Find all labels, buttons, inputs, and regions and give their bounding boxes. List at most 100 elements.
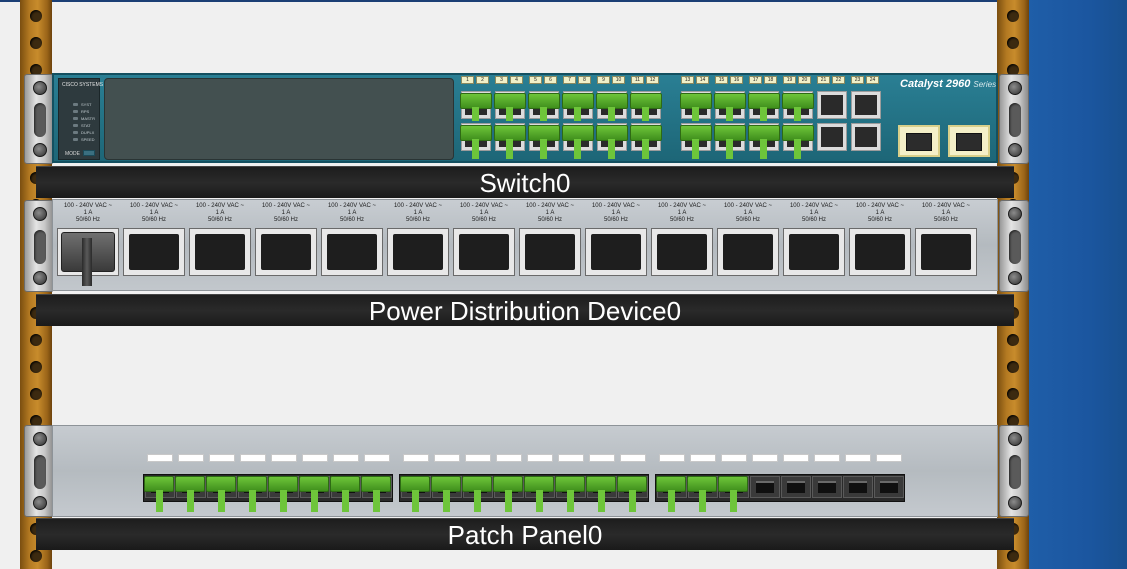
switch-label-bar: Switch0 (36, 166, 1014, 198)
power-distribution-device[interactable]: 100 - 240V VAC ~1 A 50/60 Hz 100 - 240V VA… (52, 199, 998, 291)
power-outlet[interactable] (255, 228, 317, 276)
outlet-rating-label: 100 - 240V VAC ~1 A 50/60 Hz (387, 203, 449, 224)
patch-panel-device[interactable] (52, 425, 998, 517)
port-label-box (209, 454, 235, 462)
outlet-rating-line: 1 A (611, 210, 621, 216)
outlet-rating-line: 50/60 Hz (933, 217, 958, 223)
patch-panel-port[interactable] (874, 476, 904, 498)
port-number-label: 5 (529, 76, 542, 84)
port-number-label: 7 (563, 76, 576, 84)
ethernet-cable[interactable] (474, 490, 481, 512)
ethernet-cable[interactable] (794, 139, 801, 159)
outlet-rating-line: 50/60 Hz (669, 217, 694, 223)
mounting-slot (34, 103, 46, 137)
ethernet-cable[interactable] (567, 490, 574, 512)
ethernet-cable[interactable] (730, 490, 737, 512)
power-outlet[interactable] (123, 228, 185, 276)
status-led-label: SPEED (81, 137, 95, 142)
ethernet-cable[interactable] (443, 490, 450, 512)
ethernet-cable[interactable] (187, 490, 194, 512)
port-label-box (589, 454, 615, 462)
power-cable[interactable] (82, 238, 92, 286)
gigabit-port-2[interactable] (948, 125, 990, 157)
ethernet-cable[interactable] (692, 139, 699, 159)
power-outlet[interactable] (585, 228, 647, 276)
power-outlet[interactable] (915, 228, 977, 276)
power-outlet[interactable] (849, 228, 911, 276)
ethernet-cable[interactable] (472, 107, 479, 121)
ethernet-cable[interactable] (760, 107, 767, 121)
ethernet-cable[interactable] (506, 107, 513, 121)
ethernet-cable[interactable] (642, 107, 649, 121)
gigabit-port-1[interactable] (898, 125, 940, 157)
ethernet-cable[interactable] (668, 490, 675, 512)
port-label-box (240, 454, 266, 462)
ethernet-cable[interactable] (598, 490, 605, 512)
screw-icon (33, 432, 47, 446)
ethernet-cable[interactable] (608, 139, 615, 159)
port-number-label: 2 (476, 76, 489, 84)
ethernet-cable[interactable] (280, 490, 287, 512)
power-outlet[interactable] (783, 228, 845, 276)
fastethernet-port[interactable] (851, 91, 881, 119)
ethernet-cable[interactable] (540, 139, 547, 159)
ethernet-cable[interactable] (760, 139, 767, 159)
fastethernet-port[interactable] (817, 91, 847, 119)
switch-device[interactable]: CISCO SYSTEMS MODE SYST RPS MASTR STAT DUPLX… (52, 73, 998, 163)
ethernet-cable[interactable] (472, 139, 479, 159)
ethernet-cable[interactable] (608, 107, 615, 121)
power-outlet[interactable] (651, 228, 713, 276)
fastethernet-port[interactable] (851, 123, 881, 151)
ethernet-cable[interactable] (794, 107, 801, 121)
ethernet-cable[interactable] (156, 490, 163, 512)
status-led-icon (73, 124, 78, 127)
ethernet-cable[interactable] (726, 139, 733, 159)
switch-bracket-left (24, 74, 54, 164)
outlet-socket-icon (327, 234, 377, 270)
rail-hole (1007, 37, 1019, 49)
fastethernet-port[interactable] (817, 123, 847, 151)
ethernet-cable[interactable] (574, 107, 581, 121)
rail-hole (1007, 10, 1019, 22)
rail-hole (1007, 334, 1019, 346)
outlet-rating-line: 1 A (347, 210, 357, 216)
ethernet-cable[interactable] (342, 490, 349, 512)
ethernet-cable[interactable] (505, 490, 512, 512)
mounting-slot (1009, 230, 1021, 264)
ethernet-cable[interactable] (218, 490, 225, 512)
ethernet-cable[interactable] (692, 107, 699, 121)
ethernet-cable[interactable] (629, 490, 636, 512)
ethernet-cable[interactable] (506, 139, 513, 159)
power-outlet[interactable] (519, 228, 581, 276)
outlet-rating-line: 50/60 Hz (867, 217, 892, 223)
screw-icon (33, 207, 47, 221)
screw-icon (1008, 271, 1022, 285)
power-outlet[interactable] (717, 228, 779, 276)
ethernet-cable[interactable] (642, 139, 649, 159)
power-outlet[interactable] (387, 228, 449, 276)
ethernet-cable[interactable] (249, 490, 256, 512)
mode-label: MODE (65, 151, 80, 157)
patch-panel-port[interactable] (781, 476, 811, 498)
screw-icon (33, 81, 47, 95)
screw-icon (1008, 143, 1022, 157)
ethernet-cable[interactable] (574, 139, 581, 159)
power-outlet[interactable] (189, 228, 251, 276)
ethernet-cable[interactable] (699, 490, 706, 512)
ethernet-cable[interactable] (540, 107, 547, 121)
port-number-label: 12 (646, 76, 659, 84)
ethernet-cable[interactable] (536, 490, 543, 512)
power-outlet[interactable] (321, 228, 383, 276)
power-outlet[interactable] (453, 228, 515, 276)
ethernet-cable[interactable] (311, 490, 318, 512)
patch-panel-port[interactable] (812, 476, 842, 498)
patch-panel-port[interactable] (750, 476, 780, 498)
port-jack (787, 481, 805, 493)
patch-panel-port[interactable] (843, 476, 873, 498)
ethernet-cable[interactable] (373, 490, 380, 512)
ethernet-cable[interactable] (412, 490, 419, 512)
outlet-socket-icon (393, 234, 443, 270)
mode-button[interactable] (83, 150, 95, 156)
ethernet-cable[interactable] (726, 107, 733, 121)
screw-icon (33, 271, 47, 285)
